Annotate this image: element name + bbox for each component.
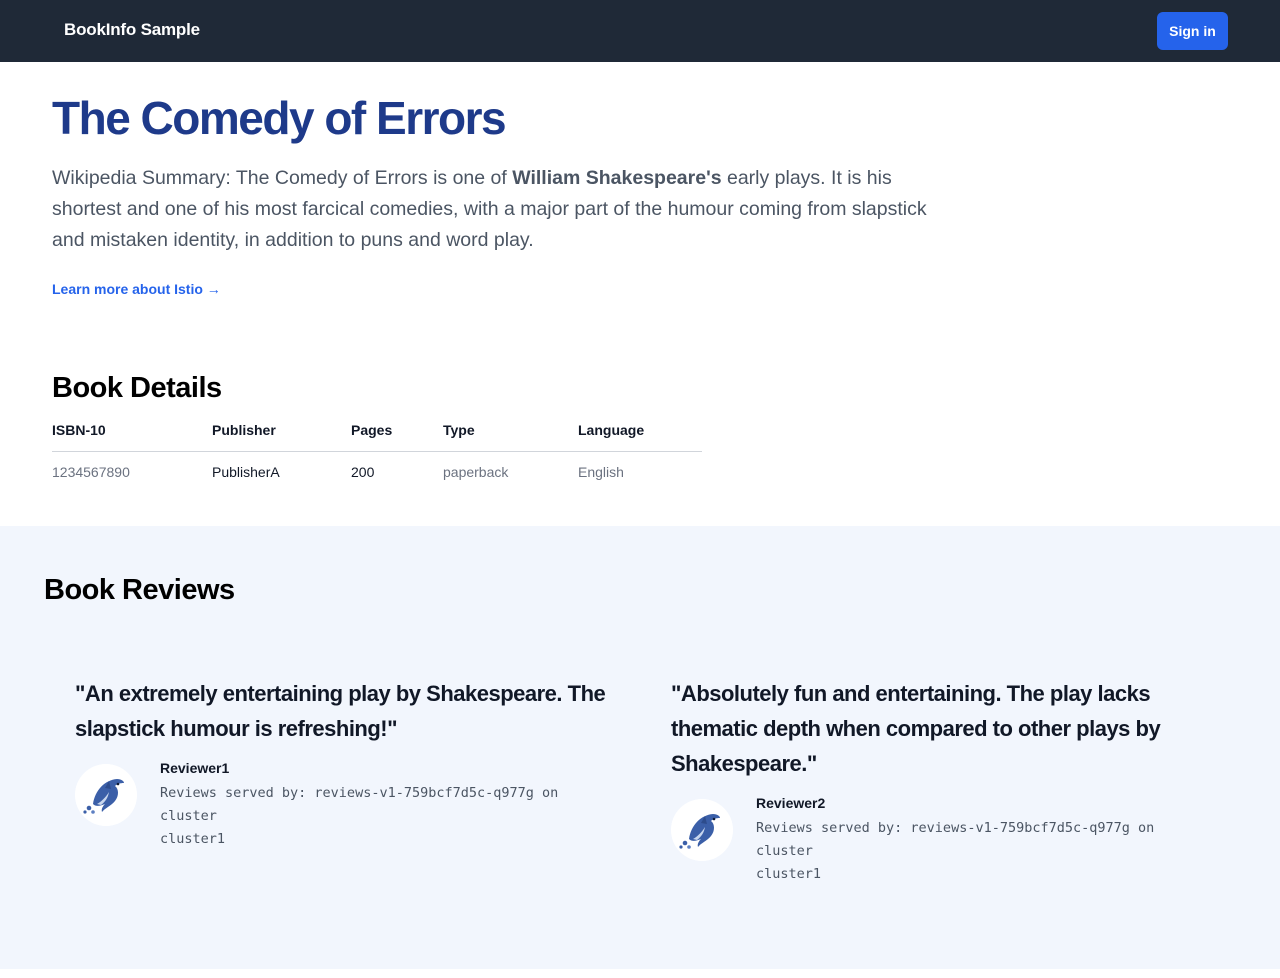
header-isbn: ISBN-10 [52,422,106,438]
review-card: "An extremely entertaining play by Shake… [75,676,615,870]
served-by-text: Reviews served by: reviews-v1-759bcf7d5c… [160,785,559,824]
table-row: 1234567890 PublisherA 200 paperback Engl… [52,452,702,492]
book-reviews-section: Book Reviews "An extremely entertaining … [0,526,1280,969]
sign-in-button[interactable]: Sign in [1157,12,1228,50]
page-footer-strip [0,969,1280,978]
review-quote: "Absolutely fun and entertaining. The pl… [671,681,1161,776]
review-meta: Reviewer2 Reviews served by: reviews-v1-… [671,795,1211,905]
served-by-text: Reviews served by: reviews-v1-759bcf7d5c… [756,820,1155,859]
review-meta: Reviewer1 Reviews served by: reviews-v1-… [75,760,615,870]
summary-text-prefix: Wikipedia Summary: The Comedy of Errors … [52,167,513,189]
summary-author: William Shakespeare's [512,167,722,189]
brand-logo-text[interactable]: BookInfo Sample [64,20,200,40]
cell-isbn: 1234567890 [52,464,130,480]
header-language: Language [578,422,645,438]
cell-type: paperback [443,464,509,480]
review-card: "Absolutely fun and entertaining. The pl… [671,676,1211,905]
cluster-name: cluster1 [756,866,822,882]
served-by-info: Reviews served by: reviews-v1-759bcf7d5c… [756,817,1176,886]
served-by-info: Reviews served by: reviews-v1-759bcf7d5c… [160,782,580,851]
reviewer-name: Reviewer2 [756,795,826,811]
reviewer-name: Reviewer1 [160,760,230,776]
cluster-name: cluster1 [160,831,226,847]
book-reviews-heading: Book Reviews [44,574,235,606]
top-navbar: BookInfo Sample Sign in [0,0,1280,62]
book-summary: Wikipedia Summary: The Comedy of Errors … [52,163,932,256]
cell-language: English [578,464,624,480]
book-title: The Comedy of Errors [52,92,507,144]
table-header-row: ISBN-10 Publisher Pages Type Language [52,414,702,452]
header-type: Type [443,422,475,438]
cell-pages: 200 [351,464,375,480]
review-quote: "An extremely entertaining play by Shake… [75,681,606,741]
book-details-heading: Book Details [52,372,222,404]
dolphin-icon [75,764,137,826]
dolphin-icon [671,799,733,861]
header-pages: Pages [351,422,393,438]
header-publisher: Publisher [212,422,276,438]
book-details-table: ISBN-10 Publisher Pages Type Language 12… [52,414,702,492]
cell-publisher: PublisherA [212,464,280,480]
learn-more-link[interactable]: Learn more about Istio → [52,281,221,297]
